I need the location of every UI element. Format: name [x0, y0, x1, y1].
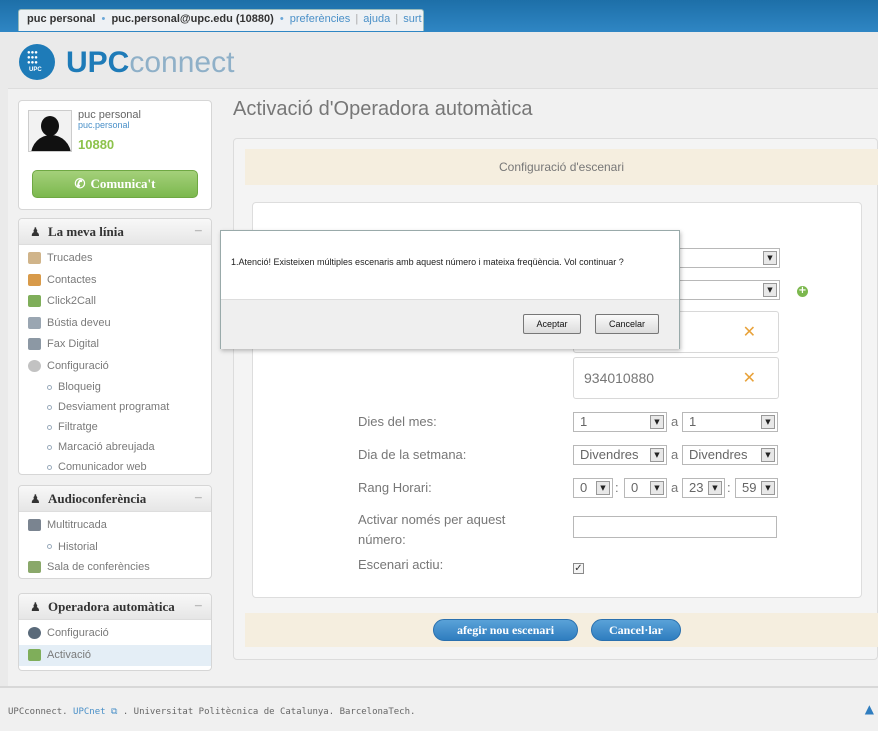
external-link-icon: ⧉ — [110, 707, 118, 717]
activation-icon — [28, 648, 41, 661]
fax-icon — [28, 338, 41, 351]
dropdown-arrow-icon: ▼ — [650, 481, 664, 495]
profile-extension: 10880 — [78, 137, 115, 152]
sidebar-item-configuracio[interactable]: Configuració — [19, 356, 211, 378]
add-scenario-button[interactable]: afegir nou escenari — [433, 619, 578, 641]
sidebar-linia-header[interactable]: ♟ La meva línia − — [19, 219, 211, 245]
collapse-icon[interactable]: − — [194, 224, 203, 237]
sidebar-audio-header[interactable]: ♟ Audioconferència − — [19, 486, 211, 512]
activar-number-input[interactable] — [573, 516, 777, 538]
page-title: Activació d'Operadora automàtica — [233, 98, 533, 120]
label-dia-setmana: Dia de la setmana: — [358, 447, 467, 462]
scroll-top-icon[interactable]: ▲ — [865, 702, 874, 716]
label-escenari-actiu: Escenari actiu: — [358, 557, 444, 572]
dropdown-arrow-icon: ▼ — [708, 481, 722, 495]
collapse-icon[interactable]: − — [194, 599, 203, 612]
label-activar: Activar només per aquest número: — [358, 512, 506, 547]
sidebar-audio: ♟ Audioconferència − Multitrucada Histori… — [18, 485, 212, 579]
sidebar-item-multitrucada[interactable]: Multitrucada — [19, 515, 211, 537]
hour-to-select[interactable]: 23 ▼ — [682, 478, 725, 498]
minute-to-select[interactable]: 59 ▼ — [735, 478, 778, 498]
play-icon — [28, 519, 41, 532]
cancel-button[interactable]: Cancel·lar — [591, 619, 681, 641]
sidebar-item-bustia[interactable]: Bústia deveu — [19, 313, 211, 335]
sidebar-item-op-configuracio[interactable]: Configuració — [19, 623, 211, 645]
dropdown-arrow-icon: ▼ — [650, 415, 664, 429]
setmana-to-select[interactable]: Divendres ▼ — [682, 445, 778, 465]
dropdown-arrow-icon: ▼ — [763, 251, 777, 265]
sidebar-item-trucades[interactable]: Trucades — [19, 248, 211, 270]
sidebar-linia: ♟ La meva línia − Trucades Contactes Clic… — [18, 218, 212, 475]
headset-icon — [28, 627, 41, 640]
sidebar-item-activacio[interactable]: Activació — [19, 644, 211, 666]
calls-icon — [28, 252, 41, 265]
upcnet-link[interactable]: UPCnet — [73, 707, 106, 717]
sidebar-operadora: ♟ Operadora automàtica − Configuració Act… — [18, 593, 212, 671]
upc-logo-icon[interactable]: ●●● ●●● ●●● UPC — [19, 44, 55, 80]
accept-button[interactable]: Aceptar — [523, 314, 581, 334]
sidebar-subitem-marcacio[interactable]: Marcació abreujada — [19, 437, 211, 457]
section-title: Configuració d'escenari — [245, 149, 878, 185]
add-number-icon[interactable]: + — [797, 286, 808, 297]
sidebar-item-contactes[interactable]: Contactes — [19, 270, 211, 292]
voicemail-icon — [28, 316, 41, 329]
footer: UPCconnect. UPCnet ⧉ . Universitat Polit… — [0, 686, 878, 731]
label-rang-horari: Rang Horari: — [358, 480, 432, 495]
sidebar-subitem-bloqueig[interactable]: Bloqueig — [19, 377, 211, 397]
user-email: puc.personal@upc.edu (10880) — [111, 13, 274, 25]
sidebar-subitem-desviament[interactable]: Desviament programat — [19, 397, 211, 417]
top-bar: puc personal • puc.personal@upc.edu (108… — [0, 0, 878, 32]
sidebar-operadora-header[interactable]: ♟ Operadora automàtica − — [19, 594, 211, 620]
dropdown-arrow-icon: ▼ — [650, 448, 664, 462]
escenari-actiu-checkbox[interactable]: ✓ — [573, 563, 584, 574]
dropdown-arrow-icon: ▼ — [761, 415, 775, 429]
sidebar-item-sala[interactable]: Sala de conferències — [19, 557, 211, 579]
preferences-link[interactable]: preferències — [290, 13, 351, 25]
person-icon: ♟ — [30, 600, 41, 614]
conference-icon — [28, 560, 41, 573]
logout-link[interactable]: surt — [403, 13, 421, 25]
person-icon: ♟ — [30, 225, 41, 239]
setmana-from-select[interactable]: Divendres ▼ — [573, 445, 667, 465]
gear-icon — [28, 359, 41, 372]
contacts-icon — [28, 273, 41, 286]
remove-icon[interactable]: ✕ — [743, 358, 756, 398]
comunica-button[interactable]: ✆ Comunica't — [32, 170, 198, 198]
label-dies-mes: Dies del mes: — [358, 414, 437, 429]
avatar — [28, 110, 72, 152]
dialog-message: 1.Atenció! Existeixen múltiples escenari… — [231, 257, 624, 267]
person-icon: ♟ — [30, 492, 41, 506]
profile-card: puc personal puc.personal 10880 ✆ Comunic… — [18, 100, 212, 210]
sidebar-subitem-filtratge[interactable]: Filtratge — [19, 417, 211, 437]
confirm-dialog: 1.Atenció! Existeixen múltiples escenari… — [220, 230, 680, 349]
dies-to-select[interactable]: 1 ▼ — [682, 412, 778, 432]
profile-username[interactable]: puc.personal — [78, 120, 130, 130]
minute-from-select[interactable]: 0 ▼ — [624, 478, 667, 498]
number-value: 934010880 — [584, 370, 655, 386]
dialog-footer: Aceptar Cancelar — [221, 299, 679, 349]
phone-icon: ✆ — [74, 176, 86, 191]
scenario-select-1[interactable]: ▼ — [670, 248, 780, 268]
remove-icon[interactable]: ✕ — [743, 312, 756, 352]
help-link[interactable]: ajuda — [363, 13, 390, 25]
sidebar-item-fax[interactable]: Fax Digital — [19, 334, 211, 356]
dropdown-arrow-icon: ▼ — [763, 283, 777, 297]
click2call-icon — [28, 295, 41, 308]
dropdown-arrow-icon: ▼ — [596, 481, 610, 495]
dropdown-arrow-icon: ▼ — [761, 448, 775, 462]
sidebar-item-click2call[interactable]: Click2Call — [19, 291, 211, 313]
collapse-icon[interactable]: − — [194, 491, 203, 504]
scenario-select-2[interactable]: ▼ — [670, 280, 780, 300]
app-logo[interactable]: UPCconnect — [66, 46, 234, 80]
dies-from-select[interactable]: 1 ▼ — [573, 412, 667, 432]
user-name: puc personal — [27, 13, 96, 25]
user-bar: puc personal • puc.personal@upc.edu (108… — [18, 9, 424, 31]
sidebar-subitem-historial[interactable]: Historial — [19, 537, 211, 557]
dropdown-arrow-icon: ▼ — [761, 481, 775, 495]
dialog-cancel-button[interactable]: Cancelar — [595, 314, 659, 334]
sidebar-subitem-comunicador[interactable]: Comunicador web — [19, 457, 211, 477]
number-box-2: 934010880 ✕ — [573, 357, 779, 399]
hour-from-select[interactable]: 0 ▼ — [573, 478, 613, 498]
